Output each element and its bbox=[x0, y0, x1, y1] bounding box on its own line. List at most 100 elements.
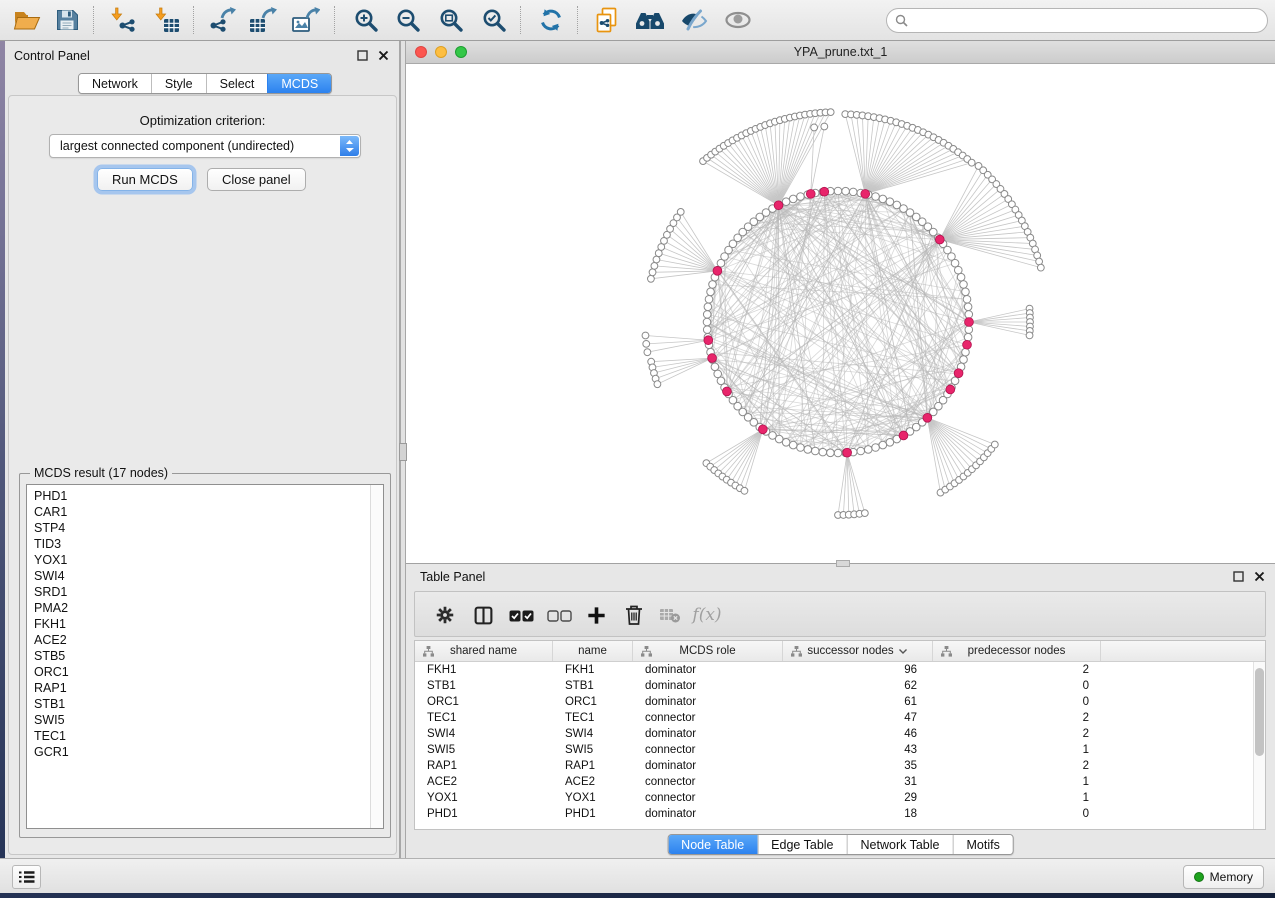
table-row[interactable]: ACE2ACE2connector311 bbox=[415, 774, 1265, 790]
import-network-icon[interactable] bbox=[104, 3, 142, 37]
graph-fan-nodes[interactable] bbox=[642, 109, 1044, 519]
mcds-result-item[interactable]: ACE2 bbox=[34, 632, 383, 648]
export-table-icon[interactable] bbox=[244, 3, 282, 37]
table-cell: 0 bbox=[933, 696, 1101, 708]
task-history-icon[interactable] bbox=[12, 865, 41, 889]
table-row[interactable]: YOX1YOX1connector291 bbox=[415, 790, 1265, 806]
mcds-result-title: MCDS result (17 nodes) bbox=[30, 466, 172, 480]
table-settings-icon[interactable] bbox=[429, 600, 461, 630]
search-box[interactable] bbox=[886, 8, 1268, 33]
clone-network-icon[interactable] bbox=[588, 3, 626, 37]
window-minimize-button[interactable] bbox=[435, 46, 447, 58]
window-close-button[interactable] bbox=[415, 46, 427, 58]
function-builder-icon[interactable]: f(x) bbox=[691, 600, 723, 630]
tab-network[interactable]: Network bbox=[79, 74, 151, 93]
column-header-shared-name[interactable]: shared name bbox=[415, 641, 553, 661]
column-header-predecessor-nodes[interactable]: predecessor nodes bbox=[933, 641, 1101, 661]
tab-node-table[interactable]: Node Table bbox=[668, 835, 757, 854]
table-row[interactable]: FKH1FKH1dominator962 bbox=[415, 662, 1265, 678]
table-row[interactable]: RAP1RAP1dominator352 bbox=[415, 758, 1265, 774]
horizontal-splitter-handle[interactable] bbox=[836, 560, 850, 567]
open-file-icon[interactable] bbox=[8, 3, 46, 37]
mcds-result-item[interactable]: STB1 bbox=[34, 696, 383, 712]
mcds-result-item[interactable]: PHD1 bbox=[34, 488, 383, 504]
mcds-result-item[interactable]: GCR1 bbox=[34, 744, 383, 760]
memory-button[interactable]: Memory bbox=[1183, 865, 1264, 889]
apply-layout-icon[interactable] bbox=[532, 3, 570, 37]
mcds-result-item[interactable]: ORC1 bbox=[34, 664, 383, 680]
mcds-result-item[interactable]: SWI4 bbox=[34, 568, 383, 584]
control-panel-tab-bar: NetworkStyleSelectMCDS bbox=[78, 73, 332, 94]
list-scrollbar[interactable] bbox=[370, 485, 383, 828]
mcds-result-list[interactable]: PHD1CAR1STP4TID3YOX1SWI4SRD1PMA2FKH1ACE2… bbox=[26, 484, 384, 829]
tab-edge-table[interactable]: Edge Table bbox=[757, 835, 846, 854]
table-row[interactable]: TEC1TEC1connector472 bbox=[415, 710, 1265, 726]
search-input[interactable] bbox=[913, 11, 1259, 31]
table-cell: 1 bbox=[933, 776, 1101, 788]
float-panel-icon[interactable] bbox=[357, 50, 368, 61]
mcds-result-item[interactable]: SRD1 bbox=[34, 584, 383, 600]
mcds-result-item[interactable]: FKH1 bbox=[34, 616, 383, 632]
save-session-icon[interactable] bbox=[48, 3, 86, 37]
table-row[interactable]: PHD1PHD1dominator180 bbox=[415, 806, 1265, 822]
zoom-selected-icon[interactable] bbox=[475, 3, 513, 37]
search-network-icon[interactable] bbox=[631, 3, 669, 37]
mcds-result-item[interactable]: PMA2 bbox=[34, 600, 383, 616]
table-scrollbar[interactable] bbox=[1253, 662, 1265, 829]
delete-column-icon[interactable] bbox=[618, 600, 650, 630]
export-image-icon[interactable] bbox=[287, 3, 325, 37]
close-panel-icon[interactable] bbox=[1254, 571, 1265, 582]
table-row[interactable]: SWI4SWI4dominator462 bbox=[415, 726, 1265, 742]
select-all-icon[interactable] bbox=[505, 600, 537, 630]
panel-splitter-handle[interactable] bbox=[399, 443, 407, 461]
table-cell: STB1 bbox=[553, 680, 633, 692]
float-panel-icon[interactable] bbox=[1233, 571, 1244, 582]
zoom-in-icon[interactable] bbox=[347, 3, 385, 37]
export-network-icon[interactable] bbox=[204, 3, 242, 37]
mcds-result-item[interactable]: STB5 bbox=[34, 648, 383, 664]
close-panel-button[interactable]: Close panel bbox=[207, 168, 306, 191]
tab-mcds[interactable]: MCDS bbox=[267, 74, 331, 93]
mcds-result-item[interactable]: STP4 bbox=[34, 520, 383, 536]
tab-network-table[interactable]: Network Table bbox=[847, 835, 953, 854]
mcds-result-item[interactable]: TEC1 bbox=[34, 728, 383, 744]
zoom-out-icon[interactable] bbox=[389, 3, 427, 37]
show-columns-icon[interactable] bbox=[467, 600, 499, 630]
import-table-icon[interactable] bbox=[148, 3, 186, 37]
table-cell: SWI5 bbox=[415, 744, 553, 756]
column-header-name[interactable]: name bbox=[553, 641, 633, 661]
deselect-all-icon[interactable] bbox=[543, 600, 575, 630]
delete-table-icon[interactable] bbox=[654, 600, 686, 630]
table-row[interactable]: STB1STB1dominator620 bbox=[415, 678, 1265, 694]
memory-label: Memory bbox=[1210, 870, 1253, 884]
run-mcds-button[interactable]: Run MCDS bbox=[97, 168, 193, 191]
table-cell: 61 bbox=[783, 696, 933, 708]
tab-select[interactable]: Select bbox=[206, 74, 268, 93]
selected-option: largest connected component (undirected) bbox=[50, 135, 360, 157]
show-all-icon[interactable] bbox=[719, 3, 757, 37]
mcds-result-item[interactable]: RAP1 bbox=[34, 680, 383, 696]
table-cell: 2 bbox=[933, 760, 1101, 772]
close-panel-icon[interactable] bbox=[378, 50, 389, 61]
window-maximize-button[interactable] bbox=[455, 46, 467, 58]
column-header-successor-nodes[interactable]: successor nodes bbox=[783, 641, 933, 661]
zoom-fit-icon[interactable] bbox=[432, 3, 470, 37]
mcds-result-item[interactable]: YOX1 bbox=[34, 552, 383, 568]
table-row[interactable]: SWI5SWI5connector431 bbox=[415, 742, 1265, 758]
network-window-titlebar[interactable]: YPA_prune.txt_1 bbox=[406, 41, 1275, 64]
mcds-result-item[interactable]: SWI5 bbox=[34, 712, 383, 728]
table-cell: STB1 bbox=[415, 680, 553, 692]
network-canvas[interactable] bbox=[406, 64, 1275, 563]
tab-style[interactable]: Style bbox=[151, 74, 206, 93]
create-column-icon[interactable] bbox=[580, 600, 612, 630]
hide-selected-icon[interactable] bbox=[675, 3, 713, 37]
mcds-result-item[interactable]: CAR1 bbox=[34, 504, 383, 520]
column-header-MCDS-role[interactable]: MCDS role bbox=[633, 641, 783, 661]
table-cell: connector bbox=[633, 776, 783, 788]
table-cell: 0 bbox=[933, 808, 1101, 820]
table-scrollbar-thumb[interactable] bbox=[1255, 668, 1264, 756]
mcds-result-item[interactable]: TID3 bbox=[34, 536, 383, 552]
table-row[interactable]: ORC1ORC1dominator610 bbox=[415, 694, 1265, 710]
optimization-criterion-select[interactable]: largest connected component (undirected) bbox=[49, 134, 361, 158]
tab-motifs[interactable]: Motifs bbox=[952, 835, 1012, 854]
